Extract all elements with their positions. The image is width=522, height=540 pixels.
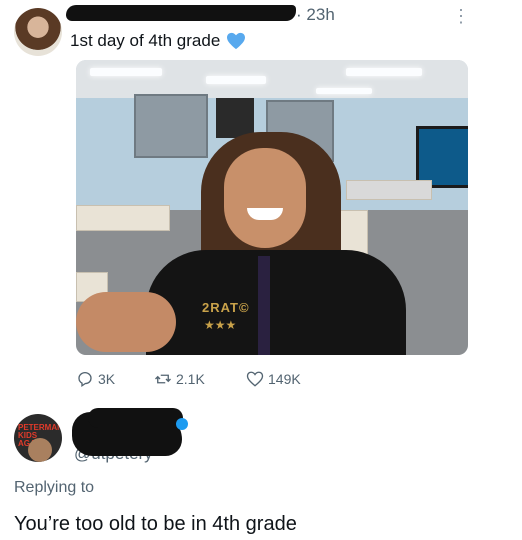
- reply-icon: [78, 371, 92, 388]
- lanyard: [258, 256, 270, 355]
- reply-button[interactable]: 3K: [76, 370, 154, 388]
- redacted-author-name: [66, 5, 296, 21]
- window-blinds: [134, 94, 208, 158]
- tweet-text-content: 1st day of 4th grade: [70, 31, 221, 50]
- replying-to-label: Replying to: [14, 479, 95, 496]
- ceiling-light: [346, 68, 422, 76]
- tweet-photo[interactable]: 2RAT© ★★★: [76, 60, 468, 355]
- avatar-figure: [28, 438, 52, 462]
- reply-count: 3K: [98, 371, 116, 387]
- wall-screen: [416, 126, 468, 188]
- ceiling-light: [316, 88, 372, 94]
- retweet-button[interactable]: 2.1K: [154, 370, 246, 388]
- more-dots-icon[interactable]: ⋮: [452, 6, 470, 27]
- tweet-actions: 3K 2.1K 149K: [76, 370, 301, 388]
- reply-text: You’re too old to be in 4th grade: [14, 513, 297, 535]
- tweet-timestamp[interactable]: · 23h: [296, 5, 335, 25]
- person-face: [224, 148, 306, 248]
- desk: [346, 180, 432, 200]
- classroom-ceiling: [76, 60, 468, 98]
- time-separator: ·: [296, 5, 302, 24]
- timestamp-value: 23h: [306, 5, 335, 24]
- desk: [76, 205, 170, 231]
- tweet-text: 1st day of 4th grade: [70, 31, 246, 51]
- ceiling-light: [206, 76, 266, 84]
- like-button[interactable]: 149K: [246, 370, 301, 388]
- like-count: 149K: [268, 371, 301, 387]
- blue-heart-icon: [227, 32, 246, 50]
- shirt-print: 2RAT©: [202, 300, 250, 315]
- redacted-reply-author-name: [88, 408, 183, 428]
- retweet-count: 2.1K: [176, 371, 205, 387]
- author-avatar[interactable]: [14, 8, 62, 56]
- whiteboard-panel: [216, 98, 254, 138]
- person-arm: [76, 292, 176, 352]
- reply-author-avatar[interactable]: PETERMAN KIDS AGAI: [14, 414, 62, 462]
- heart-icon: [246, 371, 264, 387]
- person-shirt: 2RAT© ★★★: [146, 250, 406, 355]
- retweet-icon: [155, 374, 171, 384]
- shirt-stars: ★★★: [204, 318, 237, 332]
- verified-badge-icon: [176, 418, 188, 430]
- ceiling-light: [90, 68, 162, 76]
